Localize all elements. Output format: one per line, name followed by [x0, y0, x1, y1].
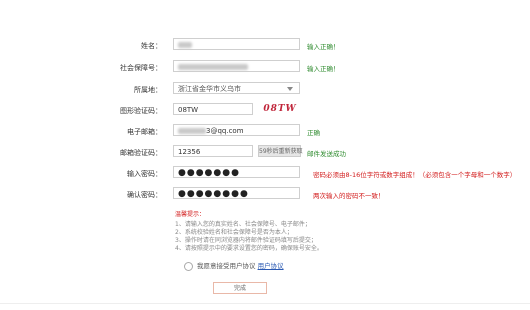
confirm-password-label: 确认密码： — [127, 191, 162, 199]
social-id-input[interactable] — [173, 60, 300, 72]
confirm-password-input[interactable]: ●●●●●●●● — [173, 187, 300, 199]
divider — [0, 303, 530, 304]
email-suffix: 3@qq.com — [206, 127, 244, 135]
social-id-status: 输入正确！ — [307, 65, 340, 73]
get-code-button[interactable]: 59秒后重新获取 — [258, 145, 303, 157]
city-value: 浙江省金华市义乌市 — [178, 85, 241, 93]
password-row: 输入密码： ●●●●●●● 密码必须由8-16位字符或数字组成！（必须包含一个字… — [0, 166, 530, 182]
email-code-label: 邮箱验证码： — [120, 149, 162, 157]
confirm-password-row: 确认密码： ●●●●●●●● 两次输入的密码不一致！ — [0, 187, 530, 203]
name-status: 输入正确！ — [307, 43, 340, 51]
social-id-row: 社会保障号： 输入正确！ — [0, 60, 530, 76]
email-code-status: 邮件发送成功 — [307, 150, 346, 158]
confirm-password-status: 两次输入的密码不一致！ — [313, 192, 385, 200]
tips-block: 温馨提示： 1、请输入您的真实姓名、社会保障号、电子邮件； 2、系统校验姓名和社… — [175, 211, 323, 253]
tips-item: 3、操作时请在同浏览器内将邮件验证码填写后提交； — [175, 237, 317, 244]
city-label: 所属地： — [134, 86, 162, 94]
password-input[interactable]: ●●●●●●● — [173, 166, 300, 178]
agree-text: 我愿意接受用户协议 — [197, 262, 256, 270]
captcha-image[interactable]: 08TW — [259, 103, 301, 115]
city-row: 所属地： 浙江省金华市义乌市 — [0, 82, 530, 98]
agree-checkbox[interactable] — [184, 261, 193, 271]
captcha-row: 图形验证码： 08TW 08TW — [0, 103, 530, 119]
name-input[interactable] — [173, 38, 300, 50]
email-code-row: 邮箱验证码： 12356 59秒后重新获取 邮件发送成功 — [0, 145, 530, 161]
tips-item: 4、请按照提示中的要求设置您的密码，确保账号安全。 — [175, 245, 323, 252]
chevron-down-icon — [287, 87, 293, 91]
user-agreement-link[interactable]: 用户协议 — [258, 262, 284, 270]
email-status: 正确 — [307, 129, 320, 137]
captcha-input[interactable]: 08TW — [173, 103, 253, 115]
captcha-label: 图形验证码： — [120, 107, 162, 115]
email-input[interactable]: 3@qq.com — [173, 124, 300, 136]
email-code-input[interactable]: 12356 — [173, 145, 253, 157]
password-status: 密码必须由8-16位字符或数字组成！（必须包含一个字母和一个数字） — [313, 171, 517, 179]
email-label: 电子邮箱： — [127, 128, 162, 136]
tips-item: 1、请输入您的真实姓名、社会保障号、电子邮件； — [175, 221, 311, 228]
tips-title: 温馨提示： — [175, 211, 206, 218]
tips-item: 2、系统校验姓名和社会保障号是否为本人； — [175, 229, 293, 236]
email-row: 电子邮箱： 3@qq.com 正确 — [0, 124, 530, 140]
name-row: 姓名： 输入正确！ — [0, 38, 530, 54]
social-id-label: 社会保障号： — [120, 64, 162, 72]
name-label: 姓名： — [141, 42, 162, 50]
password-label: 输入密码： — [127, 170, 162, 178]
city-select[interactable]: 浙江省金华市义乌市 — [173, 82, 300, 94]
agreement-row: 我愿意接受用户协议 用户协议 — [184, 260, 284, 271]
submit-button[interactable]: 完成 — [213, 282, 267, 294]
